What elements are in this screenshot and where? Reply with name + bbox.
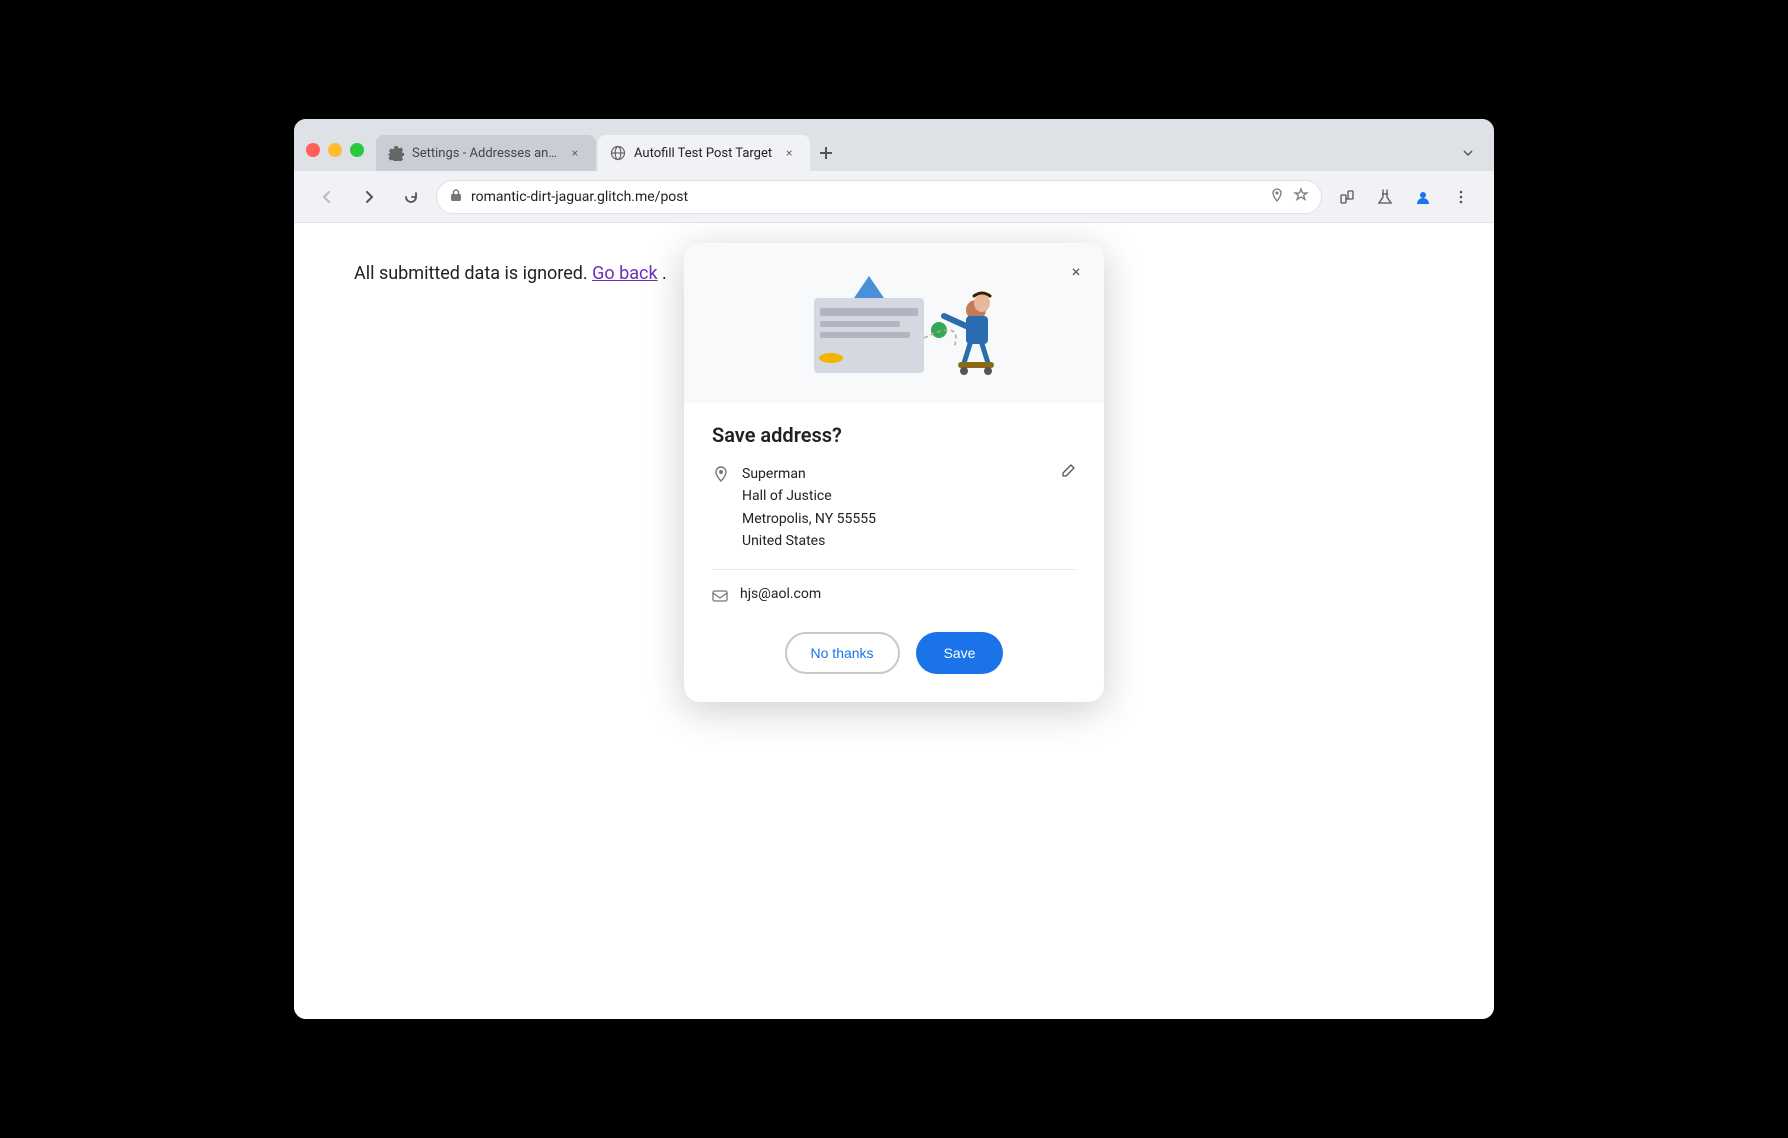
address-line1: Hall of Justice <box>742 485 1048 507</box>
back-button[interactable] <box>310 180 344 214</box>
labs-button[interactable] <box>1368 180 1402 214</box>
edit-address-button[interactable] <box>1060 463 1076 553</box>
extensions-button[interactable] <box>1330 180 1364 214</box>
new-tab-button[interactable] <box>812 139 840 167</box>
location-icon <box>1269 187 1285 207</box>
minimize-window-button[interactable] <box>328 143 342 157</box>
browser-window: Settings - Addresses and mo × Autofill T… <box>294 119 1494 1019</box>
email-icon <box>712 588 728 608</box>
dialog-close-button[interactable]: × <box>1062 257 1090 285</box>
more-options-button[interactable] <box>1444 180 1478 214</box>
address-details: Superman Hall of Justice Metropolis, NY … <box>742 463 1048 553</box>
url-text: romantic-dirt-jaguar.glitch.me/post <box>471 189 1261 205</box>
toolbar-right-controls <box>1330 180 1478 214</box>
settings-tab-close[interactable]: × <box>566 144 584 162</box>
profile-button[interactable] <box>1406 180 1440 214</box>
tab-settings[interactable]: Settings - Addresses and mo × <box>376 135 596 171</box>
address-line2: Metropolis, NY 55555 <box>742 508 1048 530</box>
location-pin-icon <box>712 465 730 553</box>
email-text: hjs@aol.com <box>740 586 821 608</box>
address-bar[interactable]: romantic-dirt-jaguar.glitch.me/post <box>436 180 1322 214</box>
settings-tab-label: Settings - Addresses and mo <box>412 146 558 161</box>
save-button[interactable]: Save <box>916 632 1004 674</box>
toolbar: romantic-dirt-jaguar.glitch.me/post <box>294 171 1494 223</box>
security-icon <box>449 188 463 206</box>
tab-autofill[interactable]: Autofill Test Post Target × <box>598 135 810 171</box>
save-address-dialog: × <box>684 243 1104 702</box>
forward-button[interactable] <box>352 180 386 214</box>
address-country: United States <box>742 530 1048 552</box>
close-window-button[interactable] <box>306 143 320 157</box>
content-area: All submitted data is ignored. Go back .… <box>294 223 1494 1019</box>
refresh-button[interactable] <box>394 180 428 214</box>
address-section: Superman Hall of Justice Metropolis, NY … <box>712 463 1076 570</box>
no-thanks-button[interactable]: No thanks <box>785 632 900 674</box>
window-controls <box>306 143 364 171</box>
dialog-overlay: × <box>294 223 1494 1019</box>
tab-dropdown-button[interactable] <box>1454 139 1482 167</box>
address-illustration-svg <box>754 258 1034 388</box>
dialog-illustration <box>684 243 1104 403</box>
autofill-tab-close[interactable]: × <box>780 144 798 162</box>
dialog-body: Save address? Superman Hall of Justice M… <box>684 403 1104 702</box>
bookmark-star-icon[interactable] <box>1293 187 1309 207</box>
dialog-buttons: No thanks Save <box>712 632 1076 674</box>
autofill-tab-label: Autofill Test Post Target <box>634 146 772 161</box>
globe-icon <box>610 145 626 161</box>
gear-icon <box>388 145 404 161</box>
tab-bar: Settings - Addresses and mo × Autofill T… <box>376 135 1482 171</box>
dialog-title: Save address? <box>712 423 1076 447</box>
title-bar: Settings - Addresses and mo × Autofill T… <box>294 119 1494 171</box>
maximize-window-button[interactable] <box>350 143 364 157</box>
address-name: Superman <box>742 463 1048 485</box>
email-section: hjs@aol.com <box>712 586 1076 608</box>
